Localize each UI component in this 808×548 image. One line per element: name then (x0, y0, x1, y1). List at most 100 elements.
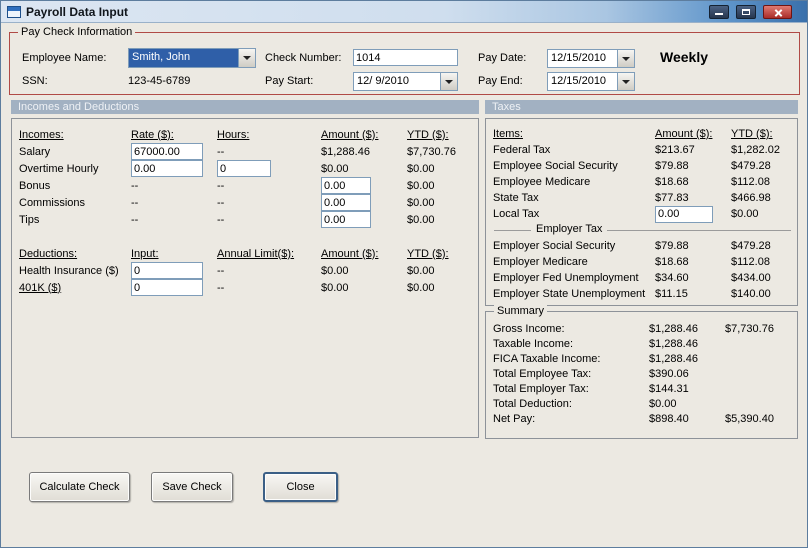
summary-amount: $898.40 (649, 412, 689, 425)
summary-amount: $0.00 (649, 397, 677, 410)
summary-group-label: Summary (494, 305, 548, 318)
summary-row-label: Total Employer Tax: (493, 382, 589, 395)
cell-dash: -- (217, 264, 225, 277)
col-header-amount: Amount ($): (321, 128, 379, 141)
col-header-hours: Hours: (217, 128, 250, 141)
maximize-button[interactable] (736, 5, 756, 19)
tax-ytd: $112.08 (731, 256, 770, 268)
tax-amount: $11.15 (655, 288, 688, 300)
check-number-label: Check Number: (265, 52, 342, 64)
tax-row-label: Employer Medicare (493, 256, 588, 268)
summary-row-label: Total Deduction: (493, 397, 572, 410)
title-bar: Payroll Data Input (1, 1, 807, 23)
tax-ytd: $434.00 (731, 272, 771, 284)
pay-date-value: 12/15/2010 (551, 52, 607, 64)
tax-ytd: $479.28 (731, 160, 771, 172)
ssn-label: SSN: (22, 75, 48, 87)
minimize-button[interactable] (709, 5, 729, 19)
summary-amount: $144.31 (649, 382, 689, 395)
salary-amount: $1,288.46 (321, 145, 370, 158)
bonus-amount-input[interactable] (321, 177, 371, 194)
cell-dash: -- (131, 196, 139, 209)
chevron-down-icon[interactable] (238, 49, 255, 67)
tax-ytd: $0.00 (731, 208, 759, 220)
pay-start-picker[interactable]: 12/ 9/2010 (353, 72, 458, 91)
salary-rate-input[interactable] (131, 143, 203, 160)
check-number-input[interactable] (353, 49, 458, 66)
tips-amount-input[interactable] (321, 211, 371, 228)
incomes-deductions-panel: Incomes: Rate ($): Hours: Amount ($): YT… (11, 118, 479, 438)
close-button[interactable] (763, 5, 792, 19)
tax-amount: $77.83 (655, 192, 689, 204)
employee-name-value: Smith, John (129, 49, 238, 67)
income-row-label: Bonus (19, 179, 51, 192)
summary-amount: $1,288.46 (649, 337, 698, 350)
overtime-rate-input[interactable] (131, 160, 203, 177)
chevron-down-icon[interactable] (617, 73, 634, 90)
tax-ytd: $140.00 (731, 288, 771, 300)
col-header-ytd: YTD ($): (407, 247, 449, 260)
cell-dash: -- (217, 213, 225, 226)
col-header-deductions: Deductions: (19, 247, 78, 260)
chevron-down-icon[interactable] (617, 50, 634, 67)
pay-date-picker[interactable]: 12/15/2010 (547, 49, 635, 68)
tax-amount: $79.88 (655, 160, 689, 172)
tax-amount: $79.88 (655, 240, 689, 252)
summary-ytd: $5,390.40 (725, 412, 774, 425)
overtime-ytd: $0.00 (407, 162, 435, 175)
summary-row-label: Gross Income: (493, 322, 565, 335)
cell-dash: -- (217, 281, 225, 294)
health-amount: $0.00 (321, 264, 349, 277)
summary-row-label: FICA Taxable Income: (493, 352, 601, 365)
tax-row-label: Federal Tax (493, 144, 551, 156)
paycheck-info-group: Pay Check Information Employee Name: Smi… (9, 26, 800, 95)
401k-input[interactable] (131, 279, 203, 296)
pay-end-picker[interactable]: 12/15/2010 (547, 72, 635, 91)
employee-name-select[interactable]: Smith, John (128, 48, 256, 68)
income-row-label: Tips (19, 213, 40, 226)
pay-end-label: Pay End: (478, 75, 523, 87)
save-check-button[interactable]: Save Check (151, 472, 233, 502)
cell-dash: -- (217, 196, 225, 209)
ssn-value: 123-45-6789 (128, 75, 191, 87)
col-header-amount: Amount ($): (655, 128, 713, 140)
dialog-content: Pay Check Information Employee Name: Smi… (1, 23, 807, 547)
overtime-hours-input[interactable] (217, 160, 271, 177)
salary-ytd: $7,730.76 (407, 145, 456, 158)
tax-ytd: $479.28 (731, 240, 771, 252)
tax-row-label: State Tax (493, 192, 539, 204)
deduction-401k-link[interactable]: 401K ($) (19, 282, 131, 294)
close-dialog-button[interactable]: Close (263, 472, 338, 502)
cell-dash: -- (131, 179, 139, 192)
summary-row-label: Total Employee Tax: (493, 367, 592, 380)
minimize-icon (715, 13, 723, 15)
pay-date-label: Pay Date: (478, 52, 527, 64)
app-icon (7, 5, 21, 18)
chevron-down-icon[interactable] (440, 73, 457, 90)
tax-amount: $34.60 (655, 272, 689, 284)
caption-buttons (709, 5, 792, 19)
summary-ytd: $7,730.76 (725, 322, 774, 335)
summary-amount: $1,288.46 (649, 352, 698, 365)
401k-ytd: $0.00 (407, 281, 435, 294)
pay-start-value: 12/ 9/2010 (357, 75, 409, 87)
maximize-icon (742, 9, 750, 15)
calculate-check-button[interactable]: Calculate Check (29, 472, 130, 502)
employee-name-label: Employee Name: (22, 52, 107, 64)
section-header-incomes: Incomes and Deductions (11, 100, 479, 114)
col-header-incomes: Incomes: (19, 128, 64, 141)
health-insurance-input[interactable] (131, 262, 203, 279)
payroll-window: Payroll Data Input Pay Check Information… (0, 0, 808, 548)
tax-row-label: Employer State Unemployment (493, 288, 646, 300)
deduction-row-label: Health Insurance ($) (19, 264, 119, 277)
summary-group: Summary Gross Income: $1,288.46 $7,730.7… (485, 305, 798, 439)
summary-row-label: Taxable Income: (493, 337, 574, 350)
tax-amount: $213.67 (655, 144, 695, 156)
cell-dash: -- (131, 213, 139, 226)
local-tax-input[interactable] (655, 205, 713, 223)
commissions-ytd: $0.00 (407, 196, 435, 209)
overtime-amount: $0.00 (321, 162, 349, 175)
commissions-amount-input[interactable] (321, 194, 371, 211)
paycheck-group-label: Pay Check Information (18, 26, 136, 39)
cell-dash: -- (217, 179, 225, 192)
